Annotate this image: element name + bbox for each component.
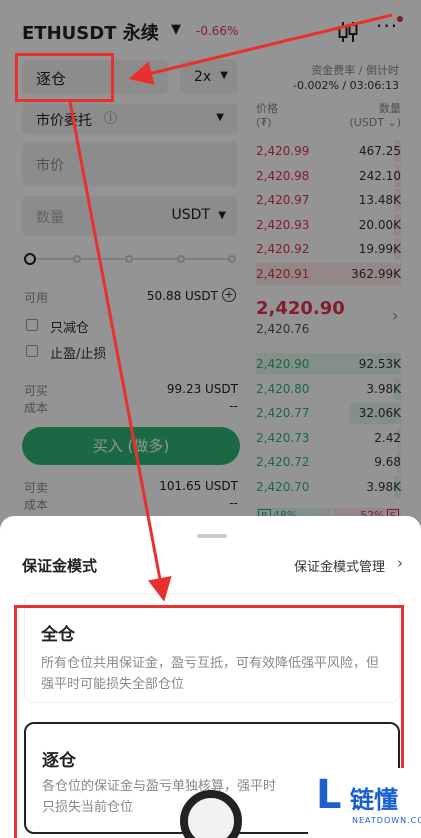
watermark-domain: NEATDOWN.COM xyxy=(352,816,421,825)
margin-mode-manage-link[interactable]: 保证金模式管理 xyxy=(294,556,385,575)
annotation-box-margin-mode xyxy=(15,53,114,102)
chevron-right-icon[interactable]: › xyxy=(397,554,403,572)
watermark-logo: L 链懂 NEATDOWN.COM xyxy=(308,768,421,838)
watermark-letter: L xyxy=(316,772,342,818)
sheet-handle[interactable] xyxy=(197,534,227,538)
watermark-text: 链懂 xyxy=(350,786,398,814)
sheet-title: 保证金模式 xyxy=(22,557,98,575)
